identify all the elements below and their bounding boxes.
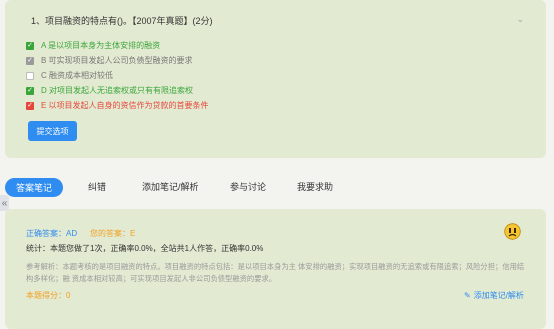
option-e[interactable]: ✓ E 以项目发起人自身的资信作为贷款的首要条件 — [26, 100, 209, 111]
option-b-label: B 可实现项目发起人公司负债型融资的要求 — [41, 56, 193, 65]
stats-text: 统计：本题您做了1次，正确率0.0%，全站共1人作答，正确率0.0% — [26, 244, 264, 253]
tab-discussion[interactable]: 参与讨论 — [230, 180, 266, 193]
tab-report-error[interactable]: 纠错 — [88, 180, 106, 193]
analysis-text: 参考解析：本题考核的是项目融资的特点。项目融资的特点包括：是以项目本身为主 体安… — [26, 262, 525, 283]
checkbox-empty-icon[interactable] — [26, 71, 34, 80]
add-note-label: 添加笔记/解析 — [473, 291, 524, 300]
option-d[interactable]: ✓ D 对项目发起人无追索权或只有有限追索权 — [26, 85, 193, 96]
score-text: 本题得分：0 — [26, 291, 71, 300]
option-e-label: E 以项目发起人自身的资信作为贷款的首要条件 — [41, 101, 209, 110]
option-b[interactable]: ✓ B 可实现项目发起人公司负债型融资的要求 — [26, 55, 193, 66]
option-a-label: A 是以项目本身为主体安排的融资 — [41, 41, 161, 50]
question-title: 1、项目融资的特点有()。【2007年真题】(2分) — [31, 16, 213, 26]
your-answer: 您的答案：E — [90, 229, 136, 238]
sad-face-icon — [504, 223, 521, 240]
option-c[interactable]: C 融资成本相对较低 — [26, 70, 113, 81]
checkbox-checked-icon[interactable]: ✓ — [26, 86, 34, 95]
tab-add-note[interactable]: 添加笔记/解析 — [142, 180, 199, 193]
correct-answer: 正确答案：AD — [26, 229, 78, 238]
checkbox-checked-icon[interactable]: ✓ — [26, 101, 34, 110]
edit-icon: ✎ — [464, 291, 471, 300]
tab-answer-notes[interactable]: 答案笔记 — [5, 178, 63, 197]
option-d-label: D 对项目发起人无追索权或只有有限追索权 — [41, 86, 193, 95]
option-c-label: C 融资成本相对较低 — [41, 71, 113, 80]
submit-button[interactable]: 提交选项 — [28, 121, 77, 141]
checkbox-checked-icon[interactable]: ✓ — [26, 56, 34, 65]
chevron-down-icon[interactable]: ⌄ — [516, 14, 524, 25]
add-note-link[interactable]: ✎ 添加笔记/解析 — [464, 290, 524, 301]
tab-help[interactable]: 我要求助 — [297, 180, 333, 193]
checkbox-checked-icon[interactable]: ✓ — [26, 41, 34, 50]
option-a[interactable]: ✓ A 是以项目本身为主体安排的融资 — [26, 40, 160, 51]
